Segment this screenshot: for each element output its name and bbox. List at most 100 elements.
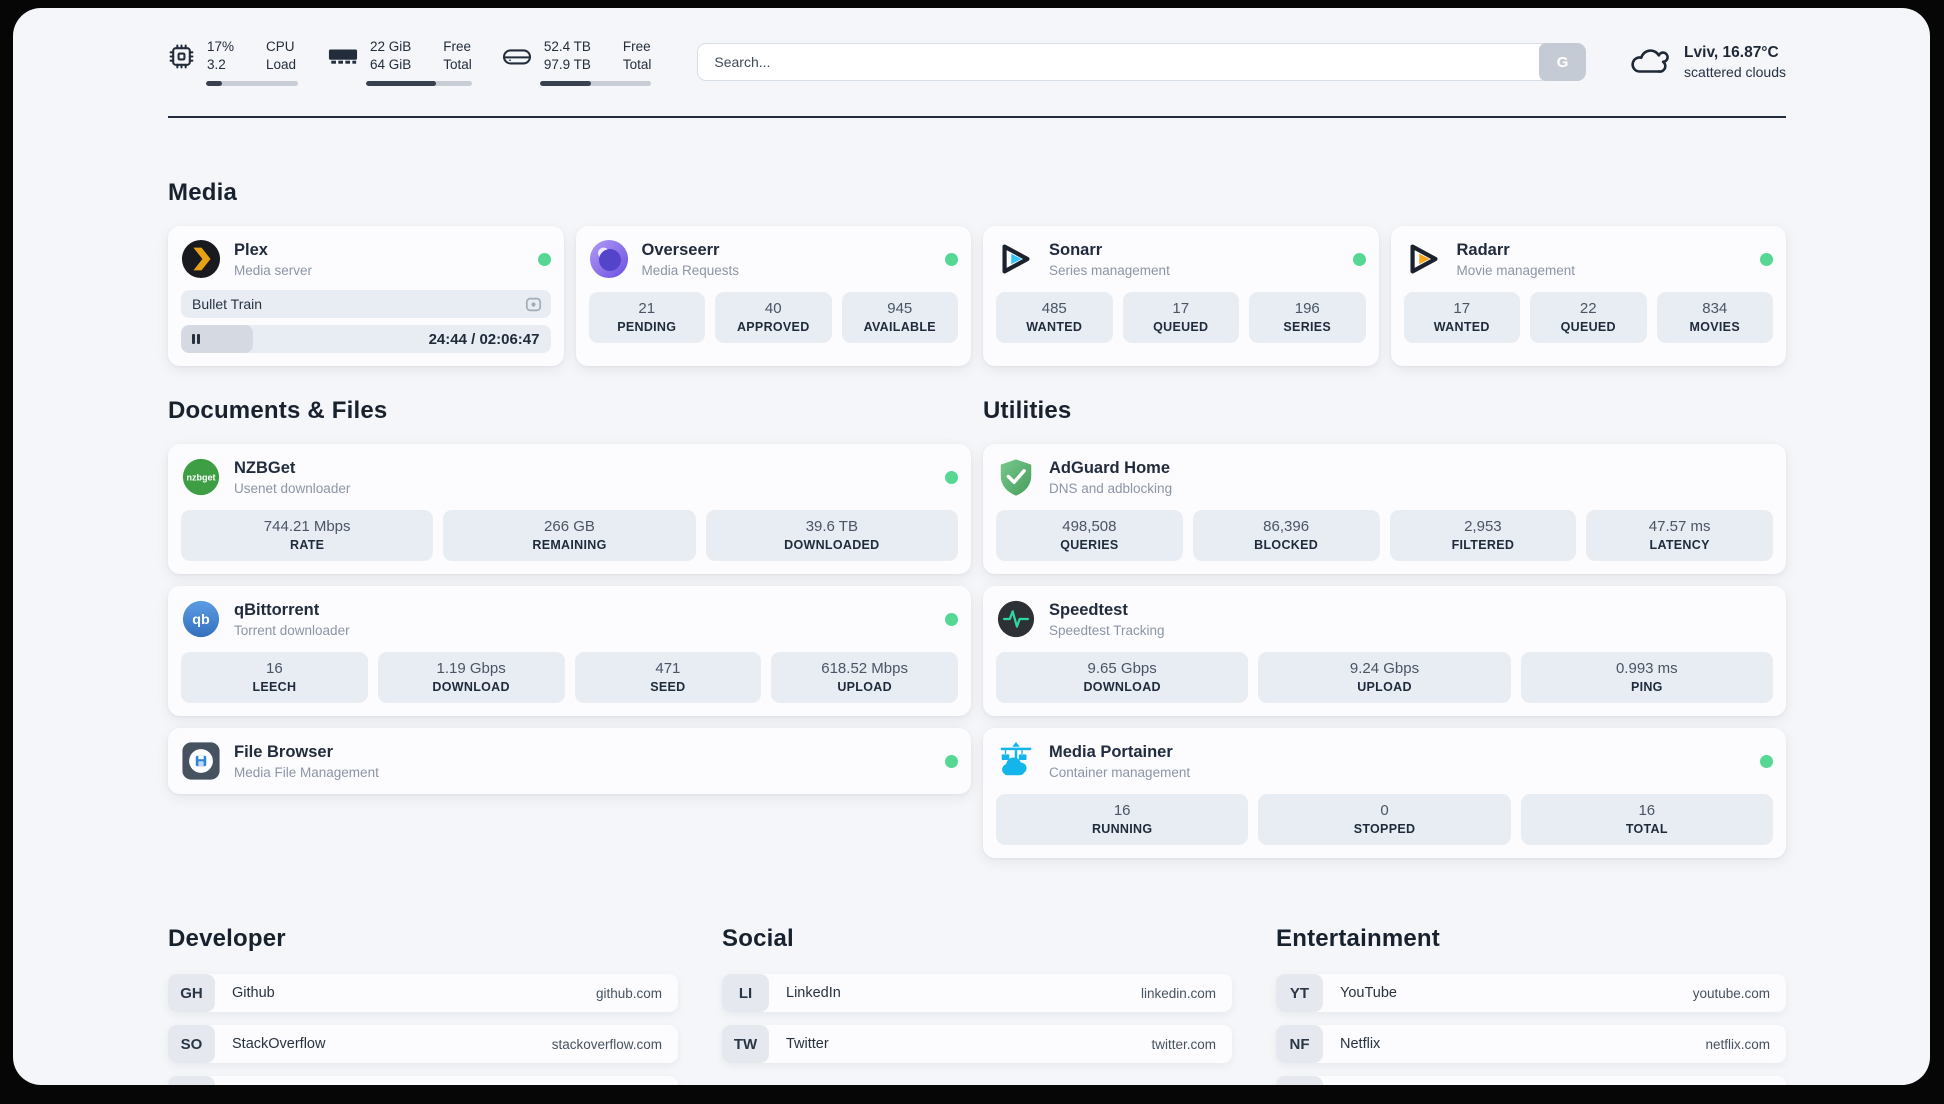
bookmark-stackoverflow[interactable]: SO StackOverflow stackoverflow.com [168,1025,678,1064]
bookmark-url: github.com [595,985,662,1001]
stat-box: 266 GB REMAINING [443,510,696,562]
stat-box: 744.21 Mbps RATE [181,510,434,562]
bookmark-url: stackoverflow.com [551,1036,662,1052]
portainer-icon [996,741,1036,781]
stat-box: 16 LEECH [181,652,368,704]
card-subtitle: DNS and adblocking [1049,480,1173,496]
stat-box: 47.57 ms LATENCY [1586,510,1773,562]
bookmark-url: youtube.com [1692,985,1770,1001]
screen-session-icon[interactable] [525,296,542,313]
stat-box: 40 APPROVED [715,292,832,344]
cpu-label-2: Load [266,57,297,73]
app-card-speedtest[interactable]: Speedtest Speedtest Tracking 9.65 Gbps D… [983,586,1786,717]
app-card-sonarr[interactable]: Sonarr Series management 485 WANTED 17 Q… [983,226,1379,367]
stat-box: 17 WANTED [1403,292,1520,344]
app-card-overseerr[interactable]: Overseerr Media Requests 21 PENDING 40 A… [575,226,971,367]
stat-box: 196 SERIES [1249,292,1366,344]
pause-icon[interactable] [192,334,201,345]
status-dot [1352,252,1366,266]
ram-value-2: 64 GiB [370,57,412,73]
section-title-social: Social [722,925,794,953]
bookmark-name: StackOverflow [232,1036,326,1053]
section-title-entertainment: Entertainment [1276,925,1440,953]
bookmark-tag: SO [168,1025,215,1064]
disk-label-2: Total [622,57,652,73]
bookmark-group-social: Social LI LinkedIn linkedin.com TW Twitt… [722,924,1232,1085]
sonarr-icon [996,239,1036,279]
app-card-filebrowser[interactable]: File Browser Media File Management [168,728,971,795]
radarr-icon [1404,239,1444,279]
stat-box: 618.52 Mbps UPLOAD [771,652,958,704]
status-dot [1760,754,1773,768]
card-title: Speedtest [1049,600,1128,619]
svg-text:nzbget: nzbget [186,473,215,483]
app-card-qbittorrent[interactable]: qb qBittorrent Torrent downloader 16 LEE… [168,586,971,717]
disk-usage-bar [539,81,652,87]
bookmark-youtube[interactable]: YT YouTube youtube.com [1276,974,1786,1013]
bookmark-reddit[interactable]: RE Reddit reddit.com [1276,1076,1786,1085]
filebrowser-icon [181,741,221,781]
ram-label-1: Free [443,39,472,54]
card-subtitle: Movie management [1456,262,1576,278]
disk-label-1: Free [622,39,651,54]
search-input[interactable] [697,43,1587,82]
bookmark-linkedin[interactable]: LI LinkedIn linkedin.com [722,974,1232,1013]
now-playing-row: Bullet Train [181,290,551,319]
stat-box: 22 QUEUED [1530,292,1647,344]
card-title: File Browser [234,742,334,761]
card-subtitle: Media Requests [641,262,740,278]
weather-widget: Lviv, 16.87°C scattered clouds [1628,43,1786,82]
status-dot [945,754,958,768]
stat-box: 9.65 Gbps DOWNLOAD [996,652,1249,704]
app-card-adguard[interactable]: AdGuard Home DNS and adblocking 498,508 … [983,444,1786,575]
ram-label-2: Total [443,57,472,73]
bookmark-github[interactable]: GH Github github.com [168,974,678,1013]
bookmark-name: Github [232,985,275,1002]
app-card-radarr[interactable]: Radarr Movie management 17 WANTED 22 QUE… [1390,226,1786,367]
bookmark-netflix[interactable]: NF Netflix netflix.com [1276,1025,1786,1064]
bookmark-group-developer: Developer GH Github github.com SO StackO… [168,924,678,1085]
bookmark-group-entertainment: Entertainment YT YouTube youtube.com NF … [1276,924,1786,1085]
status-dot [945,470,958,484]
card-title: Media Portainer [1049,742,1173,761]
cloud-icon [1628,43,1670,82]
bookmark-url: twitter.com [1151,1036,1216,1052]
stat-box: 834 MOVIES [1656,292,1773,344]
stat-box: 945 AVAILABLE [841,292,958,344]
cpu-value-1: 17% [207,39,235,54]
status-dot [1760,252,1773,266]
bookmark-name: LinkedIn [786,985,841,1002]
weather-location-temp: Lviv, 16.87°C [1684,44,1779,62]
stat-box: 39.6 TB DOWNLOADED [705,510,958,562]
bookmark-twitter[interactable]: TW Twitter twitter.com [722,1025,1232,1064]
app-card-plex[interactable]: Plex Media server Bullet Train 24:44 / 0… [168,226,564,367]
stat-box: 9.24 Gbps UPLOAD [1258,652,1511,704]
card-subtitle: Torrent downloader [234,622,350,638]
card-title: Plex [234,240,268,259]
header: 17% 3.2 CPU Load 22 GiB 64 GiB Free Tota… [168,38,1786,87]
bookmark-tag: DT [168,1076,215,1085]
stat-box: 16 RUNNING [996,794,1249,846]
bookmark-dev[interactable]: DT DEV dev.to [168,1076,678,1085]
stat-box: 1.19 Gbps DOWNLOAD [377,652,565,704]
app-card-portainer[interactable]: Media Portainer Container management 16 … [983,728,1786,859]
header-divider [168,116,1786,119]
stat-box: 86,396 BLOCKED [1192,510,1380,562]
status-dot [945,252,958,266]
bookmark-name: Netflix [1340,1036,1381,1053]
dashboard-panel: 17% 3.2 CPU Load 22 GiB 64 GiB Free Tota… [13,8,1930,1085]
bookmark-tag: LI [722,974,769,1013]
card-title: Radarr [1456,240,1510,259]
cpu-label-1: CPU [266,39,295,54]
status-dot [537,252,551,266]
stat-box: 485 WANTED [996,292,1113,344]
plex-icon [181,239,221,279]
bookmark-tag: NF [1276,1025,1323,1064]
section-title-developer: Developer [168,925,286,953]
search-engine-button[interactable]: G [1539,43,1587,82]
overseerr-icon [589,239,629,279]
card-subtitle: Media server [234,262,313,278]
app-card-nzbget[interactable]: nzbget NZBGet Usenet downloader 744.21 M… [168,444,971,575]
card-title: Sonarr [1049,240,1103,259]
stat-box: 498,508 QUERIES [996,510,1183,562]
